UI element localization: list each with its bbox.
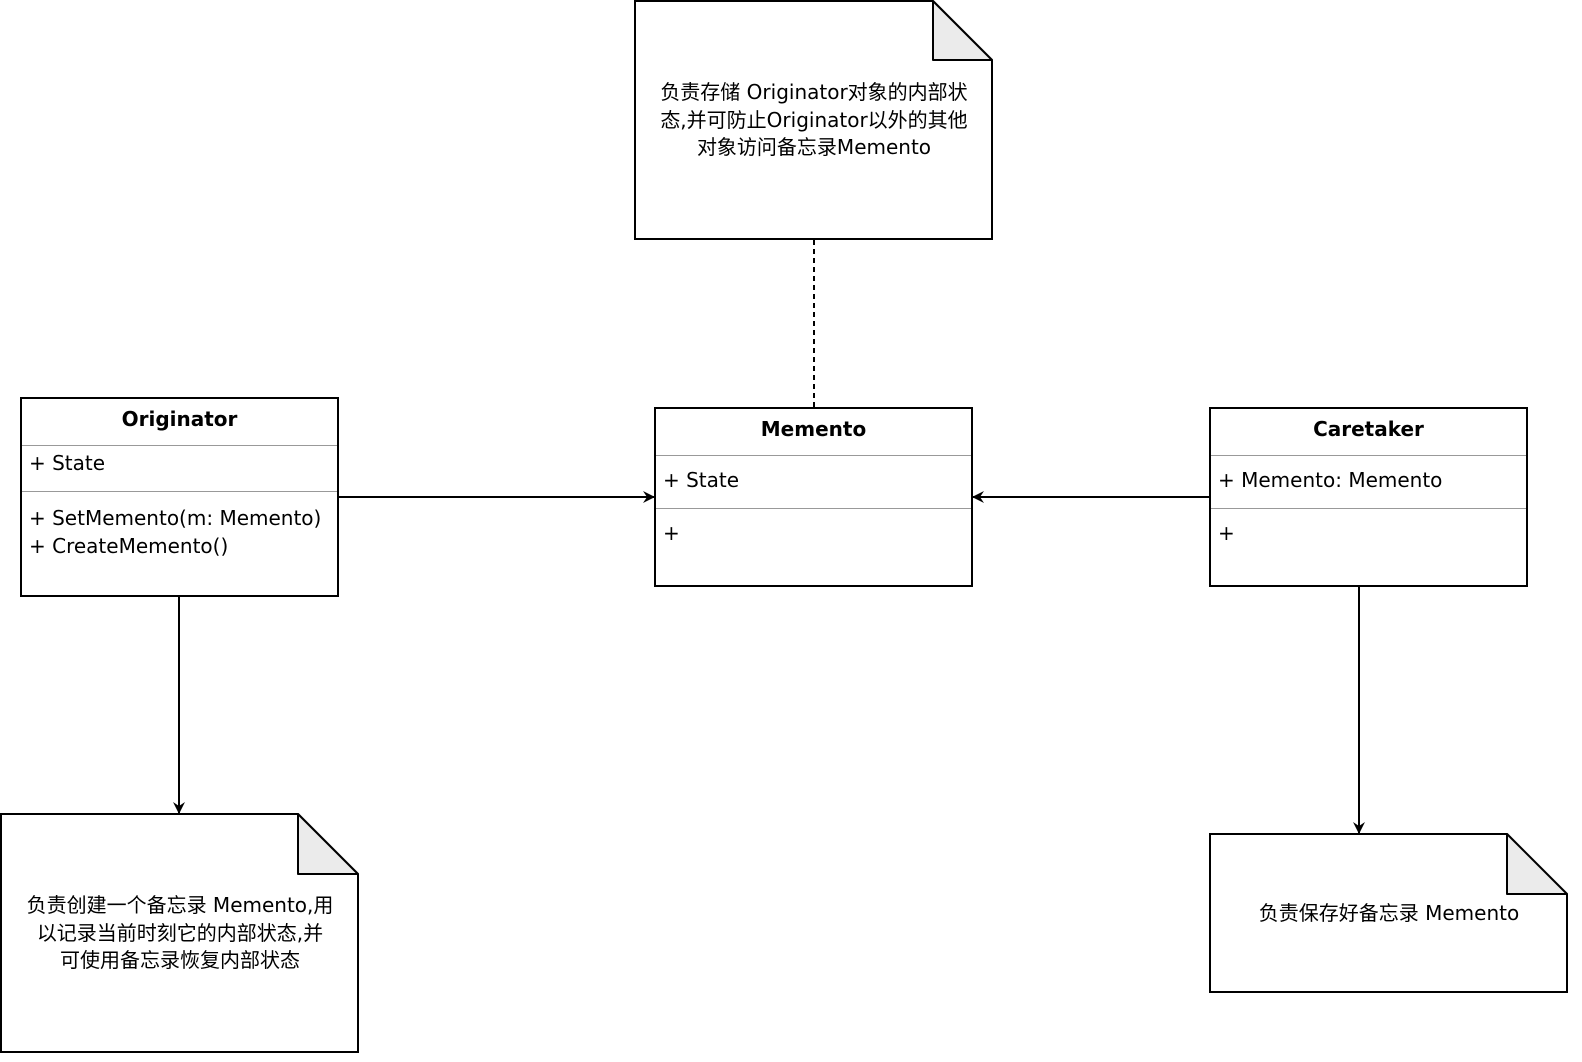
method: + (1218, 521, 1235, 545)
class-title: Memento (656, 409, 971, 456)
note-line: 负责创建一个备忘录 Memento,用 (26, 893, 334, 917)
note-line: 负责存储 Originator对象的内部状 (660, 80, 968, 104)
class-title: Originator (22, 399, 337, 446)
method: + SetMemento(m: Memento) (29, 506, 322, 530)
note-line: 对象访问备忘录Memento (696, 135, 932, 159)
note-line: 以记录当前时刻它的内部状态,并 (36, 920, 324, 945)
method: + CreateMemento() (29, 534, 229, 558)
attribute: + State (663, 468, 740, 492)
note-line: 负责保存好备忘录 Memento (1258, 901, 1520, 925)
attribute: + State (29, 451, 106, 475)
class-title: Caretaker (1211, 409, 1526, 456)
class-methods: + (1211, 509, 1526, 550)
class-attributes: + Memento: Memento (1211, 456, 1526, 509)
class-attributes: + State (656, 456, 971, 509)
caretaker-note-text: 负责保存好备忘录 Memento (1209, 900, 1569, 928)
class-memento[interactable]: Memento + State + (654, 407, 973, 587)
class-methods: + (656, 509, 971, 550)
note-line: 可使用备忘录恢复内部状态 (60, 948, 300, 972)
note-line: 态,并可防止Originator以外的其他 (660, 107, 968, 132)
class-originator[interactable]: Originator + State + SetMemento(m: Memen… (20, 397, 339, 597)
memento-note[interactable]: 负责存储 Originator对象的内部状 态,并可防止Originator以外… (634, 0, 994, 241)
originator-note-text: 负责创建一个备忘录 Memento,用 以记录当前时刻它的内部状态,并 可使用备… (0, 892, 360, 975)
class-attributes: + State (22, 446, 337, 492)
class-methods: + SetMemento(m: Memento) + CreateMemento… (22, 492, 337, 563)
originator-note[interactable]: 负责创建一个备忘录 Memento,用 以记录当前时刻它的内部状态,并 可使用备… (0, 813, 360, 1054)
attribute: + Memento: Memento (1218, 468, 1443, 492)
memento-note-text: 负责存储 Originator对象的内部状 态,并可防止Originator以外… (634, 79, 994, 162)
caretaker-note[interactable]: 负责保存好备忘录 Memento (1209, 833, 1569, 994)
class-caretaker[interactable]: Caretaker + Memento: Memento + (1209, 407, 1528, 587)
method: + (663, 521, 680, 545)
